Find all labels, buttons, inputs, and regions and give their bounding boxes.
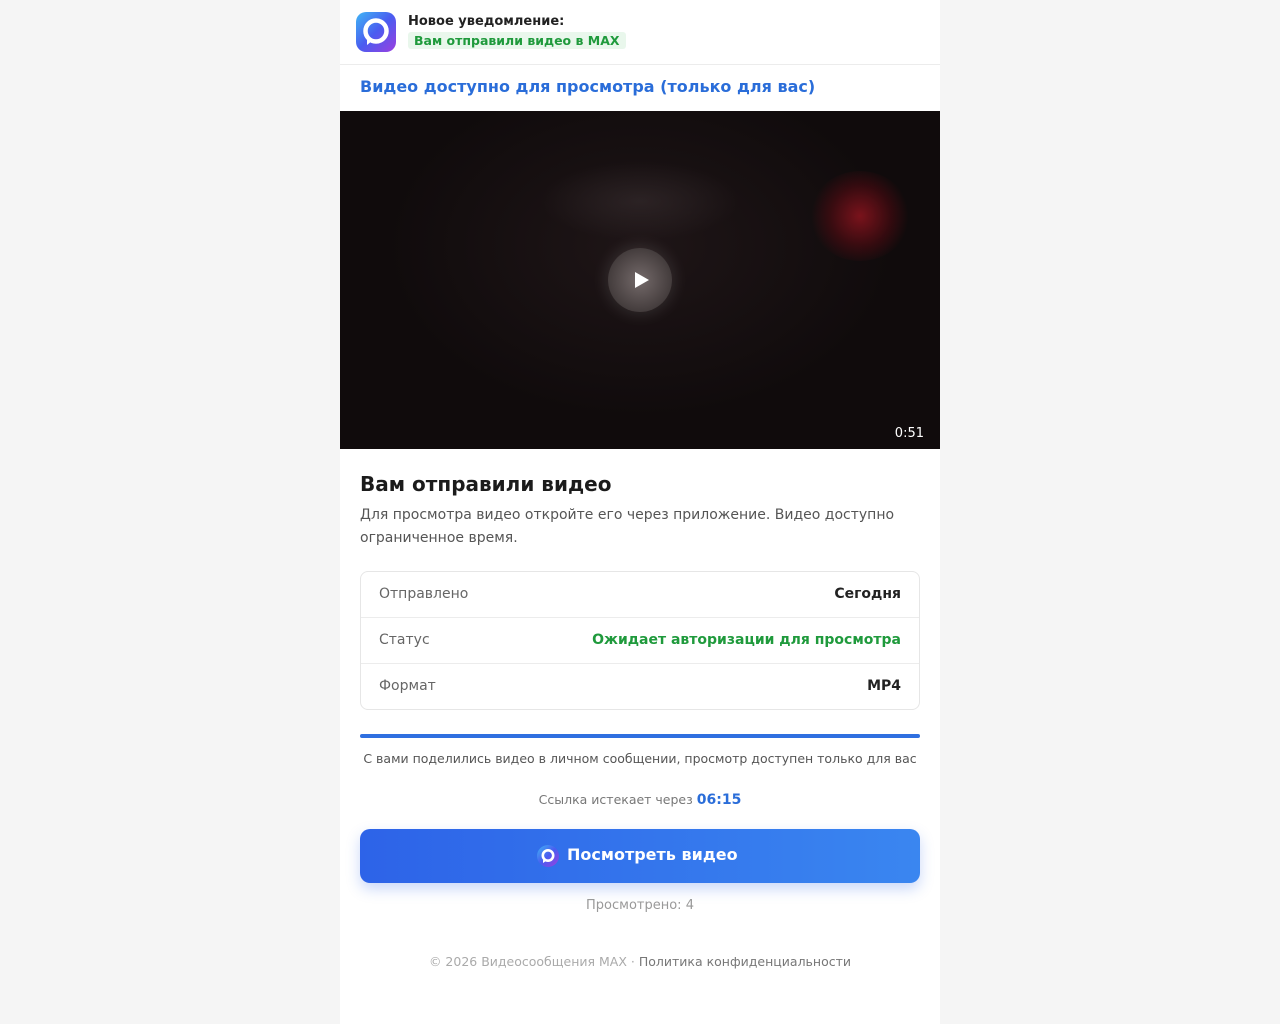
- max-logo-icon: [356, 12, 396, 52]
- info-label: Статус: [379, 632, 430, 648]
- video-caption: Видео доступно для просмотра (только для…: [360, 77, 816, 96]
- play-icon: [635, 272, 649, 288]
- info-table: Отправлено Сегодня Статус Ожидает автори…: [360, 571, 920, 710]
- message-block: Вам отправили видео Для просмотра видео …: [360, 470, 920, 550]
- info-row-format: Формат MP4: [361, 664, 919, 709]
- notification-title: Новое уведомление:: [408, 14, 565, 29]
- watch-video-label: Посмотреть видео: [567, 845, 738, 864]
- info-row-sent: Отправлено Сегодня: [361, 572, 919, 618]
- info-value: MP4: [867, 678, 901, 694]
- info-value: Сегодня: [834, 586, 901, 602]
- message-description: Для просмотра видео откройте его через п…: [360, 507, 895, 546]
- progress-fill: [360, 734, 920, 738]
- expiry-label: Ссылка истекает через: [538, 792, 693, 807]
- footer-copyright: © 2026 Видеосообщения MAX ·: [428, 954, 639, 969]
- footer: © 2026 Видеосообщения MAX · Политика кон…: [360, 954, 920, 969]
- video-duration: 0:51: [894, 426, 924, 441]
- link-expiry: Ссылка истекает через 06:15: [360, 792, 920, 808]
- notification-header: Новое уведомление: Вам отправили видео в…: [340, 0, 940, 65]
- max-logo-icon: [537, 845, 559, 867]
- video-frame-blur: [540, 161, 740, 241]
- privacy-policy-link[interactable]: Политика конфиденциальности: [639, 954, 851, 969]
- info-label: Формат: [379, 678, 436, 694]
- play-button[interactable]: [608, 248, 672, 312]
- progress-bar: [360, 734, 920, 738]
- status-value: Ожидает авторизации для просмотра: [592, 632, 901, 648]
- info-row-status: Статус Ожидает авторизации для просмотра: [361, 618, 919, 664]
- share-note: С вами поделились видео в личном сообщен…: [363, 751, 917, 766]
- info-label: Отправлено: [379, 586, 469, 602]
- message-heading: Вам отправили видео: [360, 472, 612, 496]
- views-count: Просмотрено: 4: [586, 898, 694, 913]
- video-frame-blur: [810, 171, 910, 261]
- expiry-timer: 06:15: [696, 792, 742, 808]
- notification-badge: Вам отправили видео в MAX: [408, 32, 626, 49]
- video-player[interactable]: 0:51: [340, 111, 940, 449]
- page: Новое уведомление: Вам отправили видео в…: [340, 0, 940, 1024]
- watch-video-button[interactable]: Посмотреть видео: [360, 829, 920, 883]
